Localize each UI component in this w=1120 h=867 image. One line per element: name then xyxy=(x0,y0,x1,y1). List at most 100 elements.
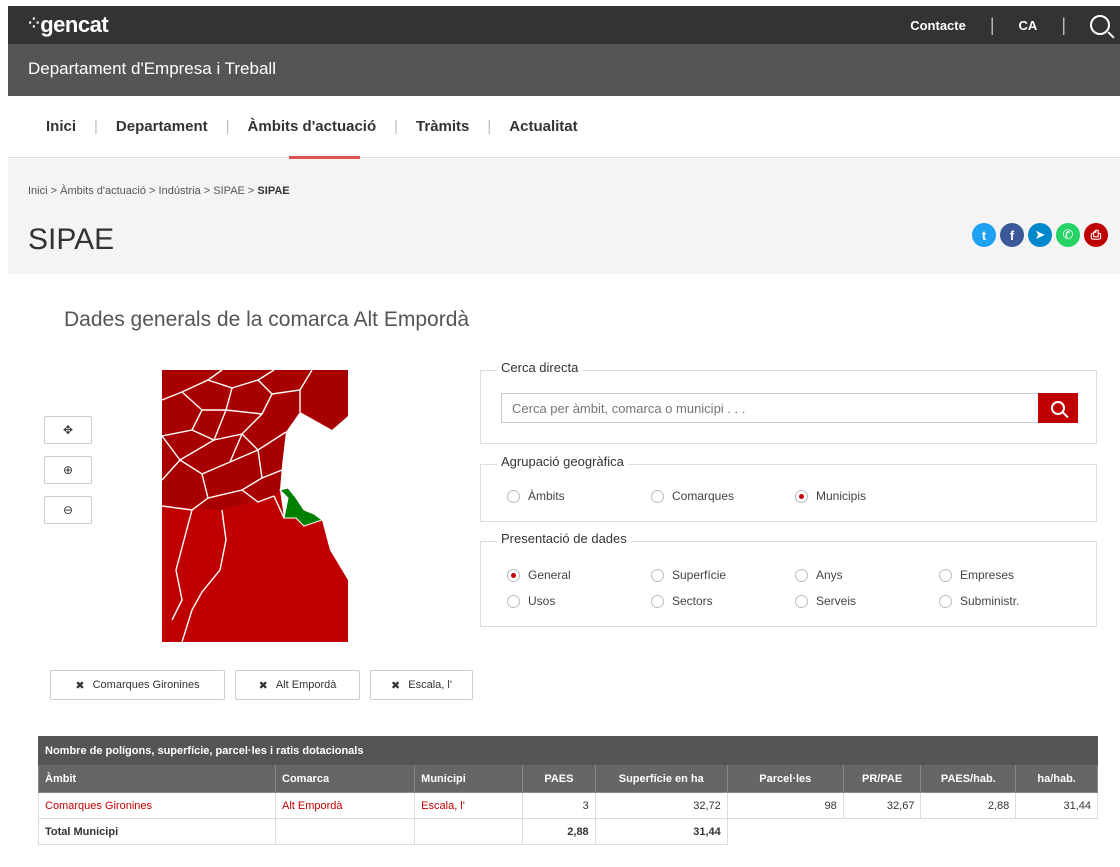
radio-anys[interactable]: Anys xyxy=(795,568,843,582)
radio-label: Municipis xyxy=(816,489,867,503)
facebook-icon[interactable]: f xyxy=(1000,223,1024,247)
empty-cell xyxy=(1016,819,1098,845)
empty-cell xyxy=(727,819,843,845)
nav-item-departament[interactable]: Departament xyxy=(116,118,208,135)
column-header: Comarca xyxy=(274,764,416,793)
total-label: Total Municipi xyxy=(38,818,276,845)
radio-icon xyxy=(507,594,520,608)
top-bar: ⁘gencat Contacte | CA | xyxy=(8,6,1120,44)
breadcrumb-item[interactable]: Indústria xyxy=(159,185,201,197)
radio-label: General xyxy=(528,568,571,582)
nav-item-inici[interactable]: Inici xyxy=(46,118,76,135)
divider: | xyxy=(225,118,230,135)
panel-legend: Agrupació geogràfica xyxy=(497,454,628,469)
radio-serveis[interactable]: Serveis xyxy=(795,594,856,608)
gencat-logo[interactable]: ⁘gencat xyxy=(28,12,109,38)
divider: | xyxy=(94,118,98,135)
twitter-icon[interactable]: t xyxy=(972,223,996,247)
breadcrumb-item[interactable]: SIPAE xyxy=(213,185,245,197)
municipi-link[interactable]: Escala, l' xyxy=(414,792,524,819)
table-row: Comarques Gironines Alt Empordà Escala, … xyxy=(38,792,1098,819)
panel-legend: Cerca directa xyxy=(497,360,583,375)
radio-icon xyxy=(651,594,664,608)
breadcrumb-item[interactable]: Àmbits d'actuació xyxy=(60,185,146,197)
radio-municipis[interactable]: Municipis xyxy=(795,489,866,503)
table-cell: 2,88 xyxy=(522,818,596,845)
department-bar: Departament d'Empresa i Treball xyxy=(8,44,1120,96)
contact-link[interactable]: Contacte xyxy=(910,18,966,33)
table-cell: 32,67 xyxy=(842,792,922,819)
column-header: Municipi xyxy=(414,764,524,793)
radio-comarques[interactable]: Comarques xyxy=(651,489,734,503)
section-subtitle: Dades generals de la comarca Alt Empordà xyxy=(64,308,470,331)
chip-label: Alt Empordà xyxy=(275,679,337,691)
radio-icon xyxy=(507,489,520,503)
table-title: Nombre de polígons, superfície, parcel·l… xyxy=(38,736,1098,765)
table-cell: 31,44 xyxy=(594,818,728,845)
radio-label: Sectors xyxy=(672,594,713,608)
table-cell: 32,72 xyxy=(594,792,728,819)
whatsapp-icon[interactable]: ✆ xyxy=(1056,223,1080,247)
data-presentation-panel: Presentació de dades General Superfície … xyxy=(480,531,1097,627)
radio-label: Àmbits xyxy=(528,489,565,503)
divider: | xyxy=(1061,14,1066,35)
filter-chip-comarques-gironines[interactable]: ✖ Comarques Gironines xyxy=(50,670,225,700)
radio-icon xyxy=(795,489,808,503)
telegram-icon[interactable]: ➤ xyxy=(1028,223,1052,247)
empty-cell xyxy=(843,819,921,845)
table-cell: 2,88 xyxy=(920,792,1017,819)
region-map[interactable] xyxy=(162,370,348,642)
search-box xyxy=(501,393,1078,423)
department-name[interactable]: Departament d'Empresa i Treball xyxy=(28,59,276,79)
chip-label: Escala, l' xyxy=(408,679,452,691)
radio-subministr[interactable]: Subministr. xyxy=(939,594,1019,608)
comarca-link[interactable]: Alt Empordà xyxy=(274,792,416,819)
filter-chip-escala[interactable]: ✖ Escala, l' xyxy=(370,670,473,700)
search-icon[interactable] xyxy=(1090,15,1110,35)
remove-icon[interactable]: ✖ xyxy=(391,679,400,692)
nav-item-ambits[interactable]: Àmbits d'actuació xyxy=(248,118,377,135)
radio-icon xyxy=(651,489,664,503)
nav-item-tramits[interactable]: Tràmits xyxy=(416,118,469,135)
radio-label: Usos xyxy=(528,594,556,608)
radio-sectors[interactable]: Sectors xyxy=(651,594,713,608)
panel-legend: Presentació de dades xyxy=(497,531,631,546)
remove-icon[interactable]: ✖ xyxy=(75,679,84,692)
filter-chip-alt-emporda[interactable]: ✖ Alt Empordà xyxy=(235,670,360,700)
zoom-out-button[interactable]: ⊖ xyxy=(44,496,92,524)
column-header: ha/hab. xyxy=(1015,764,1098,793)
radio-icon xyxy=(939,594,952,608)
radio-icon xyxy=(651,568,664,582)
radio-icon xyxy=(939,568,952,582)
radio-general[interactable]: General xyxy=(507,568,571,582)
center-map-button[interactable]: ✥ xyxy=(44,416,92,444)
nav-item-actualitat[interactable]: Actualitat xyxy=(509,118,577,135)
radio-superficie[interactable]: Superfície xyxy=(651,568,726,582)
divider: | xyxy=(394,118,399,135)
ambit-link[interactable]: Comarques Gironines xyxy=(38,792,276,819)
search-input[interactable] xyxy=(502,394,1032,422)
radio-label: Empreses xyxy=(960,568,1015,582)
radio-ambits[interactable]: Àmbits xyxy=(507,489,565,503)
empty-cell xyxy=(921,819,1016,845)
breadcrumb-item[interactable]: Inici xyxy=(28,185,48,197)
column-header: Àmbit xyxy=(38,764,276,793)
remove-icon[interactable]: ✖ xyxy=(259,679,268,692)
language-selector[interactable]: CA xyxy=(1019,18,1038,33)
breadcrumb-current: SIPAE xyxy=(257,185,290,197)
zoom-in-icon: ⊕ xyxy=(62,463,74,477)
radio-empreses[interactable]: Empreses xyxy=(939,568,1014,582)
breadcrumb: Inici > Àmbits d'actuació > Indústria > … xyxy=(28,185,290,197)
table-cell: 98 xyxy=(726,792,844,819)
main-nav: Inici | Departament | Àmbits d'actuació … xyxy=(8,96,1120,159)
table-cell xyxy=(414,818,524,845)
column-header: PR/PAE xyxy=(842,764,922,793)
data-table: Nombre de polígons, superfície, parcel·l… xyxy=(38,736,1098,845)
search-button[interactable] xyxy=(1038,393,1078,423)
radio-usos[interactable]: Usos xyxy=(507,594,555,608)
table-cell xyxy=(274,818,416,845)
zoom-in-button[interactable]: ⊕ xyxy=(44,456,92,484)
radio-label: Comarques xyxy=(672,489,735,503)
radio-icon xyxy=(507,568,520,582)
print-icon[interactable]: ⎙ xyxy=(1084,223,1108,247)
